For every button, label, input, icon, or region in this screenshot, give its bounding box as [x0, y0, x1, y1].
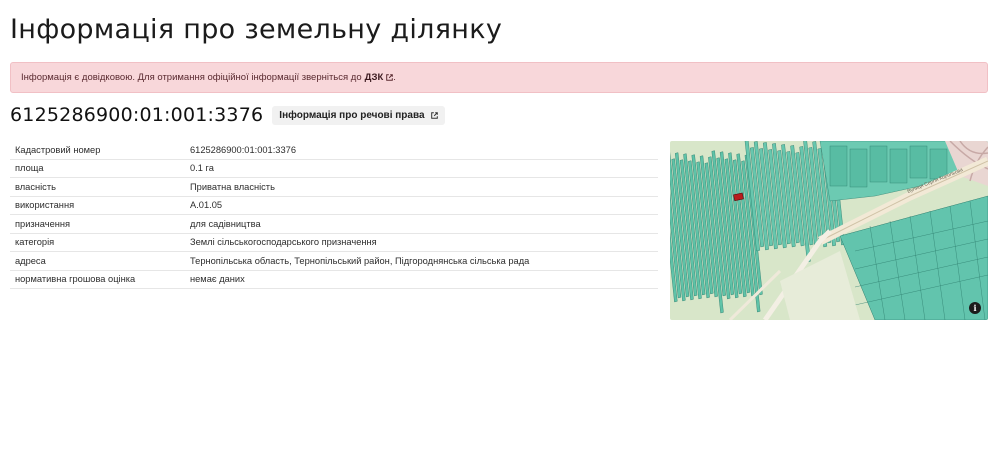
info-row-value: Землі сільськогосподарського призначення	[185, 233, 658, 252]
info-row: площа 0.1 га	[10, 159, 658, 178]
alert-text: Інформація є довідковою. Для отримання о…	[21, 72, 362, 83]
info-row-key: призначення	[10, 214, 185, 234]
info-row: Кадастровий номер 6125286900:01:001:3376	[10, 141, 658, 160]
info-row: категорія Землі сільськогосподарського пр…	[10, 233, 658, 252]
info-row: використання A.01.05	[10, 196, 658, 215]
info-row-key: нормативна грошова оцінка	[10, 270, 185, 289]
page-title: Інформація про земельну ділянку	[10, 14, 503, 45]
info-row: призначення для садівництва	[10, 214, 658, 234]
parcel-map[interactable]: Вулиця Сергія Корольова i	[670, 141, 988, 320]
info-row: власність Приватна власність	[10, 177, 658, 197]
property-rights-button[interactable]: Інформація про речові права	[272, 105, 445, 125]
info-row-key: категорія	[10, 233, 185, 252]
parcel-info-table: Кадастровий номер 6125286900:01:001:3376 п…	[10, 141, 658, 289]
property-rights-label: Інформація про речові права	[279, 109, 425, 121]
info-row-key: адреса	[10, 251, 185, 271]
info-row-key: Кадастровий номер	[10, 141, 185, 160]
info-row-key: площа	[10, 159, 185, 178]
info-row-value: немає даних	[185, 270, 658, 289]
info-row-value: Приватна власність	[185, 177, 658, 197]
info-row-value: Тернопільська область, Тернопільський ра…	[185, 251, 658, 271]
cadastral-number-title: 6125286900:01:001:3376	[10, 104, 264, 126]
cadastral-header: 6125286900:01:001:3376 Інформація про ре…	[10, 103, 445, 127]
info-row: нормативна грошова оцінка немає даних	[10, 270, 658, 289]
info-alert: Інформація є довідковою. Для отримання о…	[10, 62, 988, 93]
external-link-icon	[386, 74, 394, 81]
info-row-value: для садівництва	[185, 214, 658, 234]
external-link-icon	[430, 111, 438, 119]
alert-suffix: .	[393, 72, 396, 83]
info-row: адреса Тернопільська область, Тернопільсь…	[10, 251, 658, 271]
info-row-value: 0.1 га	[185, 159, 658, 178]
info-row-value: A.01.05	[185, 196, 658, 215]
map-info-icon[interactable]: i	[969, 302, 981, 314]
info-row-key: використання	[10, 196, 185, 215]
info-row-key: власність	[10, 177, 185, 197]
map-canvas[interactable]: Вулиця Сергія Корольова	[670, 141, 988, 320]
dzk-link[interactable]: ДЗК	[365, 72, 384, 83]
info-row-value: 6125286900:01:001:3376	[185, 141, 658, 160]
